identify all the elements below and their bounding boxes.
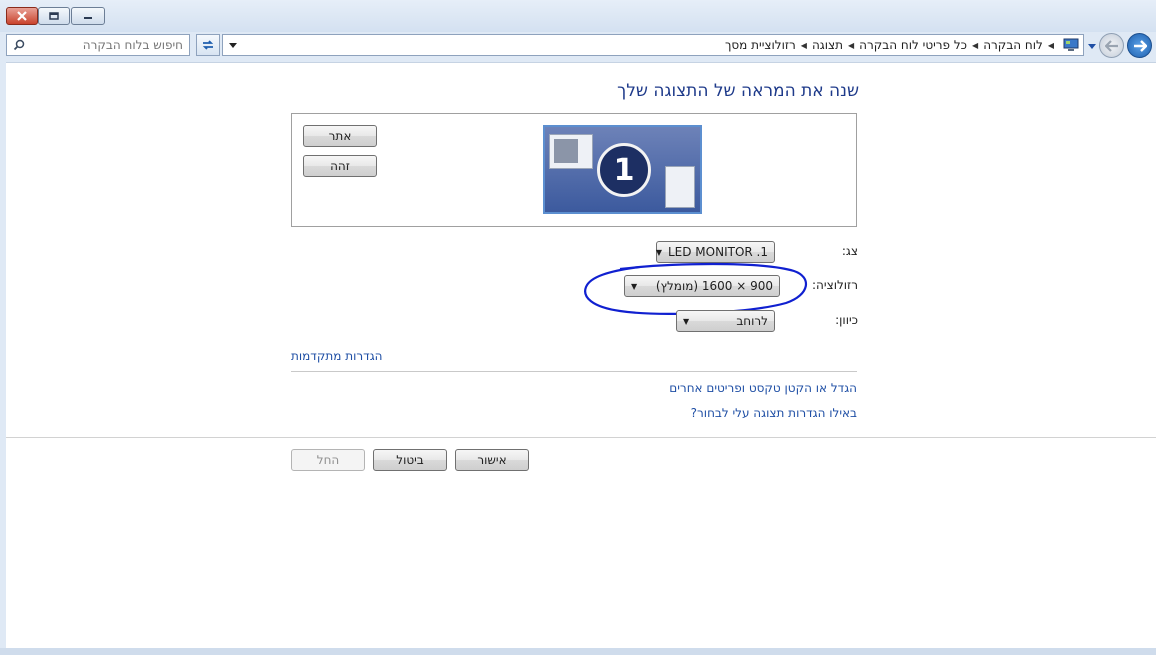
- dropdown-arrow-icon: ▼: [655, 247, 662, 257]
- maximize-button[interactable]: [38, 7, 70, 25]
- breadcrumb-all-items[interactable]: כל פריטי לוח הבקרה: [859, 38, 967, 52]
- dropdown-arrow-icon[interactable]: [227, 39, 239, 51]
- address-bar[interactable]: ◀ לוח הבקרה ◀ כל פריטי לוח הבקרה ◀ תצוגה…: [222, 34, 1084, 56]
- refresh-icon: [202, 40, 214, 50]
- close-icon: [17, 11, 27, 21]
- navigation-bar: ◀ לוח הבקרה ◀ כל פריטי לוח הבקרה ◀ תצוגה…: [0, 32, 1156, 60]
- breadcrumb-separator-icon[interactable]: ◀: [972, 41, 978, 50]
- forward-button[interactable]: [1099, 33, 1124, 58]
- search-box[interactable]: [6, 34, 190, 56]
- orientation-select[interactable]: לרוחב ▼: [676, 310, 775, 332]
- close-button[interactable]: [6, 7, 38, 25]
- minimize-icon: [84, 17, 92, 19]
- detect-button[interactable]: אתר: [303, 125, 377, 147]
- divider: [6, 437, 1156, 438]
- cancel-button[interactable]: ביטול: [373, 449, 447, 471]
- monitor-document-icon: [665, 166, 695, 208]
- breadcrumb-display[interactable]: תצוגה: [812, 38, 843, 52]
- breadcrumb-control-panel[interactable]: לוח הבקרה: [983, 38, 1043, 52]
- window-bottom-border: [0, 648, 1156, 655]
- minimize-button[interactable]: [71, 7, 105, 25]
- search-icon: [13, 39, 25, 51]
- which-settings-link[interactable]: באילו הגדרות תצוגה עלי לבחור?: [691, 406, 857, 420]
- monitor-thumbnail[interactable]: 1: [543, 125, 702, 214]
- display-label: צג:: [841, 244, 858, 258]
- dropdown-arrow-icon: ▼: [683, 316, 690, 326]
- breadcrumb-screen-resolution[interactable]: רזולוציית מסך: [725, 38, 796, 52]
- orientation-value: לרוחב: [736, 314, 768, 328]
- forward-arrow-icon: [1104, 39, 1118, 52]
- breadcrumb-separator-icon: ◀: [1047, 40, 1054, 50]
- search-input[interactable]: [33, 38, 183, 52]
- text-size-link[interactable]: הגדל או הקטן טקסט ופריטים אחרים: [669, 381, 857, 395]
- apply-button[interactable]: החל: [291, 449, 365, 471]
- display-select[interactable]: LED MONITOR .1 ▼: [656, 241, 775, 263]
- resolution-label: רזולוציה:: [812, 278, 858, 292]
- history-arrow-icon[interactable]: [1086, 40, 1098, 52]
- breadcrumb-separator-icon[interactable]: ◀: [848, 41, 854, 50]
- advanced-settings-link[interactable]: הגדרות מתקדמות: [291, 349, 383, 363]
- display-value: LED MONITOR .1: [667, 245, 768, 259]
- refresh-button[interactable]: [196, 34, 220, 56]
- breadcrumb-separator-icon[interactable]: ◀: [801, 41, 807, 50]
- display-preview-panel: אתר זהה 1: [291, 113, 857, 227]
- orientation-label: כיוון:: [835, 313, 858, 327]
- ok-button[interactable]: אישור: [455, 449, 529, 471]
- monitor-window-icon: [549, 134, 593, 169]
- back-arrow-icon: [1133, 39, 1147, 52]
- page-title: שנה את המראה של התצוגה שלך: [617, 81, 859, 101]
- monitor-number-badge: 1: [597, 143, 651, 197]
- divider: [291, 371, 857, 372]
- control-panel-icon: [1063, 38, 1079, 52]
- title-bar: [0, 0, 1156, 32]
- identify-button[interactable]: זהה: [303, 155, 377, 177]
- restore-icon: [49, 12, 59, 20]
- content-pane: שנה את המראה של התצוגה שלך אתר זהה 1 צג:…: [6, 62, 1156, 648]
- back-button[interactable]: [1127, 33, 1152, 58]
